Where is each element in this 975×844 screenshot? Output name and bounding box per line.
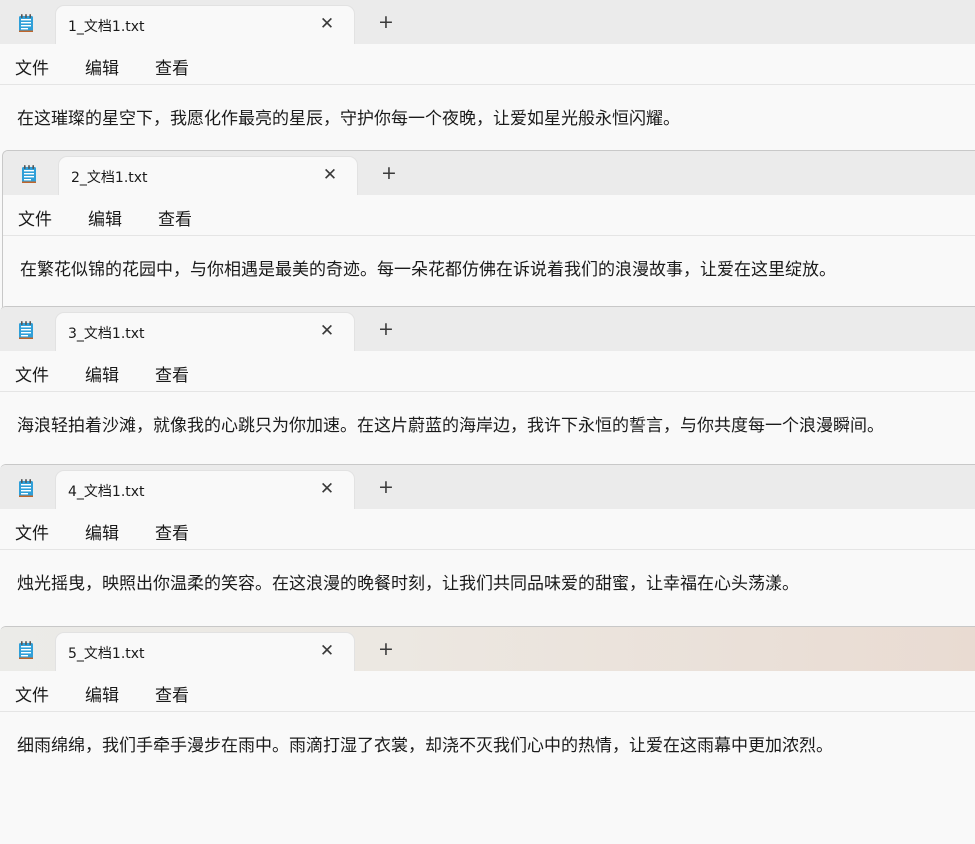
notepad-window-5: 5_文档1.txt ✕ + 文件 编辑 查看 细雨绵绵，我们手牵手漫步在雨中。雨… xyxy=(0,626,975,844)
notepad-icon xyxy=(19,321,33,339)
notepad-window-2: 2_文档1.txt ✕ + 文件 编辑 查看 在繁花似锦的花园中，与你相遇是最美… xyxy=(2,150,975,307)
notepad-window-4: 4_文档1.txt ✕ + 文件 编辑 查看 烛光摇曳，映照出你温柔的笑容。在这… xyxy=(0,464,975,627)
menu-bar: 文件 编辑 查看 xyxy=(0,351,975,392)
menu-bar: 文件 编辑 查看 xyxy=(0,44,975,85)
notepad-icon xyxy=(22,165,36,183)
notepad-icon xyxy=(19,479,33,497)
notepad-window-3: 3_文档1.txt ✕ + 文件 编辑 查看 海浪轻拍着沙滩，就像我的心跳只为你… xyxy=(0,306,975,465)
new-tab-button[interactable]: + xyxy=(374,317,398,341)
menu-edit[interactable]: 编辑 xyxy=(85,519,119,544)
menu-bar: 文件 编辑 查看 xyxy=(3,195,975,236)
text-editor[interactable]: 细雨绵绵，我们手牵手漫步在雨中。雨滴打湿了衣裳，却浇不灭我们心中的热情，让爱在这… xyxy=(17,731,965,756)
tab-strip: 3_文档1.txt ✕ + xyxy=(0,307,975,351)
text-editor[interactable]: 烛光摇曳，映照出你温柔的笑容。在这浪漫的晚餐时刻，让我们共同品味爱的甜蜜，让幸福… xyxy=(17,569,965,594)
close-icon[interactable]: ✕ xyxy=(318,642,336,660)
new-tab-button[interactable]: + xyxy=(374,10,398,34)
menu-file[interactable]: 文件 xyxy=(18,205,52,230)
tab-strip: 4_文档1.txt ✕ + xyxy=(0,465,975,509)
tab-title: 4_文档1.txt xyxy=(68,484,145,500)
notepad-window-1: 1_文档1.txt ✕ + 文件 编辑 查看 在这璀璨的星空下，我愿化作最亮的星… xyxy=(0,0,975,150)
text-editor[interactable]: 海浪轻拍着沙滩，就像我的心跳只为你加速。在这片蔚蓝的海岸边，我许下永恒的誓言，与… xyxy=(17,411,965,436)
menu-edit[interactable]: 编辑 xyxy=(85,681,119,706)
tab-strip: 1_文档1.txt ✕ + xyxy=(0,0,975,44)
new-tab-button[interactable]: + xyxy=(377,161,401,185)
tab-title: 2_文档1.txt xyxy=(71,170,148,186)
tab-document[interactable]: 4_文档1.txt ✕ xyxy=(56,471,354,509)
tab-document[interactable]: 5_文档1.txt ✕ xyxy=(56,633,354,671)
menu-view[interactable]: 查看 xyxy=(155,681,189,706)
text-editor[interactable]: 在繁花似锦的花园中，与你相遇是最美的奇迹。每一朵花都仿佛在诉说着我们的浪漫故事，… xyxy=(20,255,968,280)
menu-file[interactable]: 文件 xyxy=(15,519,49,544)
new-tab-button[interactable]: + xyxy=(374,475,398,499)
menu-view[interactable]: 查看 xyxy=(155,361,189,386)
menu-edit[interactable]: 编辑 xyxy=(85,54,119,79)
tab-title: 3_文档1.txt xyxy=(68,326,145,342)
menu-edit[interactable]: 编辑 xyxy=(85,361,119,386)
tab-title: 1_文档1.txt xyxy=(68,19,145,35)
tab-document[interactable]: 2_文档1.txt ✕ xyxy=(59,157,357,195)
menu-file[interactable]: 文件 xyxy=(15,681,49,706)
close-icon[interactable]: ✕ xyxy=(321,166,339,184)
new-tab-button[interactable]: + xyxy=(374,637,398,661)
tab-document[interactable]: 3_文档1.txt ✕ xyxy=(56,313,354,351)
menu-edit[interactable]: 编辑 xyxy=(88,205,122,230)
menu-bar: 文件 编辑 查看 xyxy=(0,671,975,712)
tab-strip: 2_文档1.txt ✕ + xyxy=(3,151,975,195)
tab-strip: 5_文档1.txt ✕ + xyxy=(0,627,975,671)
menu-view[interactable]: 查看 xyxy=(155,519,189,544)
menu-file[interactable]: 文件 xyxy=(15,54,49,79)
tab-document[interactable]: 1_文档1.txt ✕ xyxy=(56,6,354,44)
menu-file[interactable]: 文件 xyxy=(15,361,49,386)
menu-view[interactable]: 查看 xyxy=(155,54,189,79)
close-icon[interactable]: ✕ xyxy=(318,322,336,340)
text-editor[interactable]: 在这璀璨的星空下，我愿化作最亮的星辰，守护你每一个夜晚，让爱如星光般永恒闪耀。 xyxy=(17,104,965,129)
notepad-icon xyxy=(19,641,33,659)
close-icon[interactable]: ✕ xyxy=(318,480,336,498)
menu-view[interactable]: 查看 xyxy=(158,205,192,230)
menu-bar: 文件 编辑 查看 xyxy=(0,509,975,550)
close-icon[interactable]: ✕ xyxy=(318,15,336,33)
notepad-icon xyxy=(19,14,33,32)
tab-title: 5_文档1.txt xyxy=(68,646,145,662)
